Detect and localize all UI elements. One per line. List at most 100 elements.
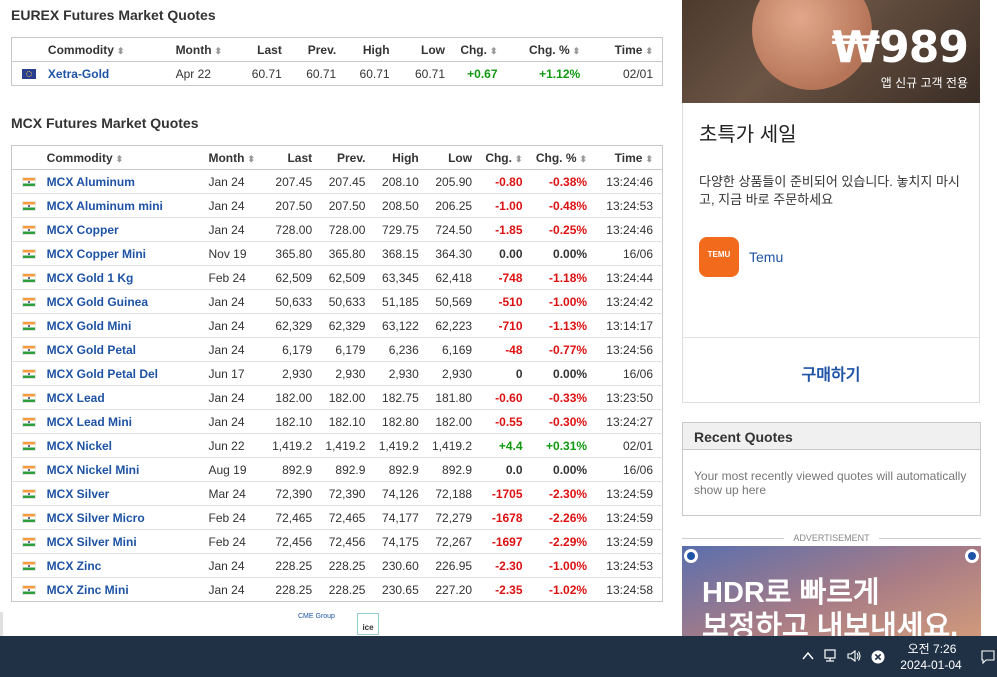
close-circle-icon[interactable]	[870, 649, 886, 665]
ad-info-icon[interactable]	[684, 549, 698, 563]
column-header-commodity[interactable]: Commodity ⬍	[43, 37, 172, 62]
ad-choices-icon[interactable]	[965, 549, 979, 563]
buy-button[interactable]: 구매하기	[683, 361, 979, 385]
sort-icon[interactable]: ⬍	[645, 154, 653, 164]
column-header-commodity[interactable]: Commodity ⬍	[42, 145, 205, 170]
hdr-ad-line2: 보정하고 내보내세요.	[702, 611, 959, 636]
column-header-chg[interactable]: Chg. % ⬍	[531, 145, 597, 170]
commodity-link[interactable]: MCX Copper	[42, 217, 205, 242]
sort-icon[interactable]: ⬍	[580, 154, 588, 164]
column-header-high[interactable]: High	[374, 145, 428, 170]
commodity-link[interactable]: MCX Gold 1 Kg	[42, 265, 205, 290]
table-row[interactable]: MCX Aluminum Jan 24 207.45 207.45 208.10 205.…	[11, 169, 663, 194]
commodity-link[interactable]: MCX Aluminum	[42, 169, 205, 194]
table-row[interactable]: MCX Gold 1 Kg Feb 24 62,509 62,509 63,345 62,…	[11, 265, 663, 290]
column-header-chg[interactable]: Chg. ⬍	[481, 145, 532, 170]
column-header-prev[interactable]: Prev.	[321, 145, 375, 170]
table-row[interactable]: MCX Gold Guinea Jan 24 50,633 50,633 51,185 5…	[11, 289, 663, 314]
cell-prev: 72,390	[321, 481, 375, 506]
ice-logo[interactable]: ice	[357, 613, 379, 635]
cell-month: Apr 22	[175, 66, 211, 81]
table-row[interactable]: MCX Silver Mar 24 72,390 72,390 74,126 72,188…	[11, 481, 663, 506]
column-header-month[interactable]: Month ⬍	[171, 37, 243, 62]
commodity-link[interactable]: MCX Lead Mini	[42, 409, 205, 434]
sort-icon[interactable]: ⬍	[116, 154, 124, 164]
sort-icon[interactable]: ⬍	[247, 154, 255, 164]
sort-icon[interactable]: ⬍	[573, 46, 581, 56]
cell-time: 13:23:50	[596, 385, 663, 410]
table-row[interactable]: MCX Zinc Jan 24 228.25 228.25 230.60 226.95 -2…	[11, 553, 663, 578]
column-header-last[interactable]: Last	[242, 37, 291, 62]
column-header-chg[interactable]: Chg. % ⬍	[506, 37, 590, 62]
temu-logo-icon[interactable]: TEMU	[699, 237, 739, 277]
commodity-link[interactable]: MCX Gold Petal	[42, 337, 205, 362]
promo-banner-image[interactable]: ₩989 앱 신규 고객 전용	[682, 0, 980, 103]
notification-icon[interactable]	[980, 649, 996, 665]
table-row[interactable]: MCX Copper Jan 24 728.00 728.00 729.75 724.50…	[11, 217, 663, 242]
commodity-link[interactable]: MCX Aluminum mini	[42, 193, 205, 218]
column-header-time[interactable]: Time ⬍	[596, 145, 663, 170]
speaker-icon[interactable]	[846, 649, 862, 665]
network-icon[interactable]	[823, 649, 839, 665]
column-header-label: Chg.	[485, 150, 512, 165]
cell-time: 13:24:59	[596, 481, 663, 506]
cell-low: 60.71	[414, 66, 445, 81]
table-row[interactable]: MCX Silver Mini Feb 24 72,456 72,456 74,175 7…	[11, 529, 663, 554]
table-row[interactable]: MCX Copper Mini Nov 19 365.80 365.80 368.15 3…	[11, 241, 663, 266]
column-header-high[interactable]: High	[345, 37, 399, 62]
table-row[interactable]: MCX Gold Mini Jan 24 62,329 62,329 63,122 62,…	[11, 313, 663, 338]
column-header-month[interactable]: Month ⬍	[204, 145, 268, 170]
sort-icon[interactable]: ⬍	[515, 154, 523, 164]
commodity-link[interactable]: MCX Zinc Mini	[43, 578, 205, 602]
cell-chgp: 0.00%	[531, 361, 597, 386]
table-row[interactable]: MCX Lead Mini Jan 24 182.10 182.10 182.80 182…	[11, 409, 663, 434]
column-header-prev[interactable]: Prev.	[290, 37, 346, 62]
commodity-link[interactable]: MCX Zinc	[42, 553, 205, 578]
table-row[interactable]: MCX Gold Petal Del Jun 17 2,930 2,930 2,930 2…	[11, 361, 663, 386]
commodity-link[interactable]: MCX Silver	[42, 481, 205, 506]
commodity-link[interactable]: Xetra-Gold	[44, 62, 172, 86]
clock-time[interactable]: 오전 7:26	[900, 640, 964, 657]
hdr-ad-banner[interactable]: HDR로 빠르게 보정하고 내보내세요.	[682, 546, 981, 636]
eurex-quotes-table: Commodity ⬍ Month ⬍ Last Prev. High Low Chg. ⬍ Chg…	[11, 37, 663, 86]
flag-cell	[11, 217, 43, 242]
column-header-low[interactable]: Low	[427, 145, 482, 170]
table-row[interactable]: MCX Nickel Jun 22 1,419.2 1,419.2 1,419.2 1,4…	[11, 433, 663, 458]
commodity-link[interactable]: MCX Lead	[42, 385, 205, 410]
cell-prev: 50,633	[321, 289, 375, 314]
column-header-last[interactable]: Last	[267, 145, 322, 170]
promo-card[interactable]: 초특가 세일 다양한 상품들이 준비되어 있습니다. 놓치지 마시고, 지금 바…	[682, 103, 980, 403]
chevron-up-icon[interactable]	[800, 649, 816, 665]
flag-cell	[11, 433, 43, 458]
column-header-time[interactable]: Time ⬍	[589, 37, 663, 62]
table-row[interactable]: MCX Gold Petal Jan 24 6,179 6,179 6,236 6,169…	[11, 337, 663, 362]
commodity-link[interactable]: MCX Nickel Mini	[42, 457, 205, 482]
sort-icon[interactable]: ⬍	[645, 46, 653, 56]
commodity-link[interactable]: MCX Silver Mini	[42, 529, 205, 554]
sort-icon[interactable]: ⬍	[215, 46, 223, 56]
cell-high: 208.10	[374, 169, 428, 194]
table-row[interactable]: Xetra-Gold Apr 22 60.71 60.71 60.71 60.71 +0.6…	[12, 62, 663, 86]
table-row[interactable]: MCX Silver Micro Feb 24 72,465 72,465 74,177…	[11, 505, 663, 530]
cell-high: 51,185	[374, 289, 428, 314]
column-header-label: Month	[208, 150, 245, 165]
table-row[interactable]: MCX Zinc Mini Jan 24 228.25 228.25 230.65 227…	[12, 578, 663, 602]
commodity-link[interactable]: MCX Nickel	[42, 433, 205, 458]
table-row[interactable]: MCX Lead Jan 24 182.00 182.00 182.75 181.80 -0…	[11, 385, 663, 410]
column-header-low[interactable]: Low	[398, 37, 454, 62]
table-row[interactable]: MCX Aluminum mini Jan 24 207.50 207.50 208.5…	[11, 193, 663, 218]
sort-icon[interactable]: ⬍	[490, 46, 498, 56]
clock-date[interactable]: 2024-01-04	[893, 658, 969, 672]
cell-high: 182.80	[374, 409, 428, 434]
promo-brand-link[interactable]: Temu	[749, 249, 783, 265]
sort-icon[interactable]: ⬍	[117, 46, 125, 56]
commodity-link[interactable]: MCX Silver Micro	[42, 505, 205, 530]
table-row[interactable]: MCX Nickel Mini Aug 19 892.9 892.9 892.9 892.…	[11, 457, 663, 482]
commodity-link[interactable]: MCX Copper Mini	[42, 241, 205, 266]
commodity-link[interactable]: MCX Gold Petal Del	[42, 361, 205, 386]
cell-chgp: -1.00%	[531, 289, 597, 314]
column-header-chg[interactable]: Chg. ⬍	[454, 37, 507, 62]
commodity-link[interactable]: MCX Gold Guinea	[42, 289, 205, 314]
commodity-link[interactable]: MCX Gold Mini	[42, 313, 205, 338]
cme-group-logo[interactable]: CME Group	[298, 613, 335, 620]
